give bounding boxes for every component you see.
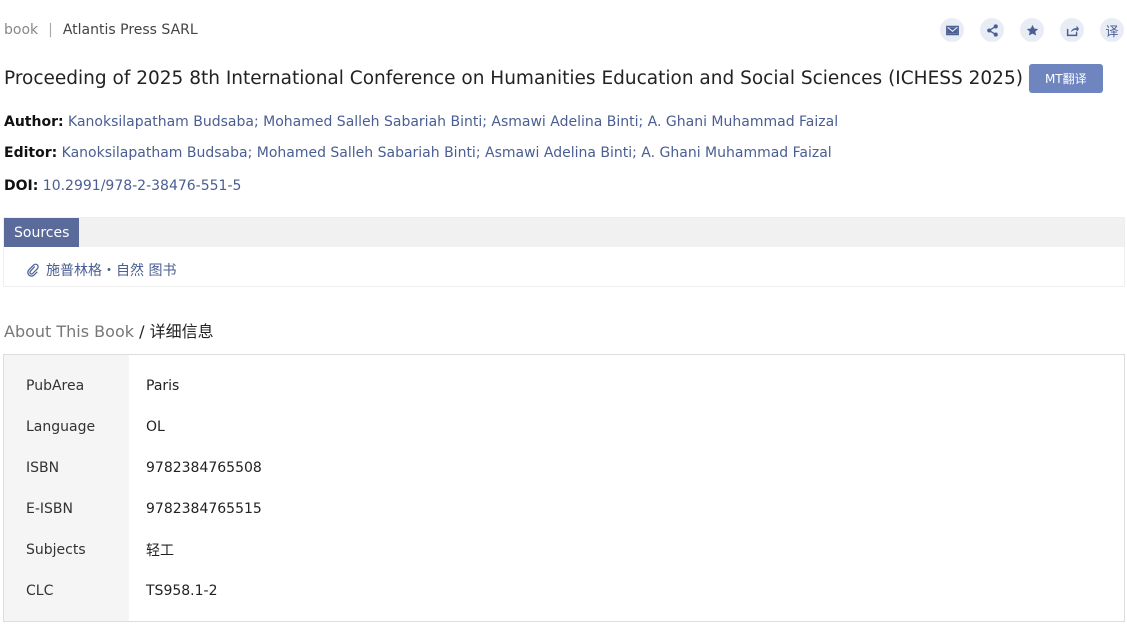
breadcrumb: book | Atlantis Press SARL: [4, 22, 198, 38]
translate-button[interactable]: 译: [1100, 18, 1124, 42]
title-row: Proceeding of 2025 8th International Con…: [4, 64, 1103, 93]
source-link[interactable]: 施普林格・自然 图书: [26, 260, 176, 280]
doi-row: DOI: 10.2991/978-2-38476-551-5: [4, 178, 241, 194]
publisher: Atlantis Press SARL: [62, 22, 198, 38]
tab-sources[interactable]: Sources: [4, 218, 80, 247]
share-button[interactable]: [980, 18, 1004, 42]
info-value: Paris: [146, 377, 180, 394]
info-value: 9782384765508: [146, 459, 262, 476]
info-key: Language: [26, 418, 96, 435]
doc-type: book: [4, 22, 39, 38]
export-button[interactable]: [1060, 18, 1084, 42]
info-value: 轻工: [146, 542, 174, 559]
info-key: ISBN: [26, 459, 60, 476]
page-title: Proceeding of 2025 8th International Con…: [4, 68, 1023, 89]
author-links[interactable]: Kanoksilapatham Budsaba; Mohamed Salleh …: [68, 114, 838, 130]
info-key: E-ISBN: [26, 500, 73, 517]
mail-button[interactable]: [940, 18, 964, 42]
table-row: ISBN 9782384765508: [4, 447, 1124, 488]
info-key: Subjects: [26, 541, 86, 558]
author-row: Author: Kanoksilapatham Budsaba; Mohamed…: [4, 114, 838, 130]
editor-links[interactable]: Kanoksilapatham Budsaba; Mohamed Salleh …: [62, 145, 832, 161]
mt-translate-button[interactable]: MT翻译: [1028, 64, 1103, 93]
info-key: PubArea: [26, 377, 85, 394]
editor-row: Editor: Kanoksilapatham Budsaba; Mohamed…: [4, 145, 832, 161]
about-subtitle: 详细信息: [149, 322, 214, 341]
doi-link[interactable]: 10.2991/978-2-38476-551-5: [43, 178, 242, 194]
paperclip-icon: [27, 263, 39, 277]
about-sep: /: [134, 322, 150, 341]
star-icon: [1026, 24, 1038, 36]
author-label: Author:: [4, 114, 64, 130]
table-row: Subjects 轻工: [4, 529, 1124, 570]
info-key: CLC: [26, 582, 54, 599]
book-info-table: PubArea Paris Language OL ISBN 978238476…: [3, 354, 1125, 622]
table-row: E-ISBN 9782384765515: [4, 488, 1124, 529]
export-icon: [1066, 25, 1079, 36]
mail-icon: [945, 25, 959, 35]
breadcrumb-separator: |: [48, 22, 53, 38]
info-value: 9782384765515: [146, 500, 262, 517]
table-row: Language OL: [4, 406, 1124, 447]
action-bar: 译: [940, 18, 1124, 42]
sources-tab-bar: Sources: [4, 218, 1124, 247]
source-link-label: 施普林格・自然 图书: [46, 263, 177, 279]
info-value: OL: [146, 418, 165, 435]
sources-panel: Sources 施普林格・自然 图书: [3, 217, 1125, 287]
editor-label: Editor:: [4, 145, 58, 161]
about-heading: About This Book / 详细信息: [4, 318, 214, 342]
doi-label: DOI:: [4, 178, 39, 194]
share-icon: [986, 23, 998, 37]
about-title: About This Book: [4, 322, 134, 341]
translate-icon: 译: [1105, 24, 1119, 40]
favorite-button[interactable]: [1020, 18, 1044, 42]
info-value: TS958.1-2: [146, 582, 218, 599]
table-row: CLC TS958.1-2: [4, 570, 1124, 611]
table-row: PubArea Paris: [4, 365, 1124, 406]
